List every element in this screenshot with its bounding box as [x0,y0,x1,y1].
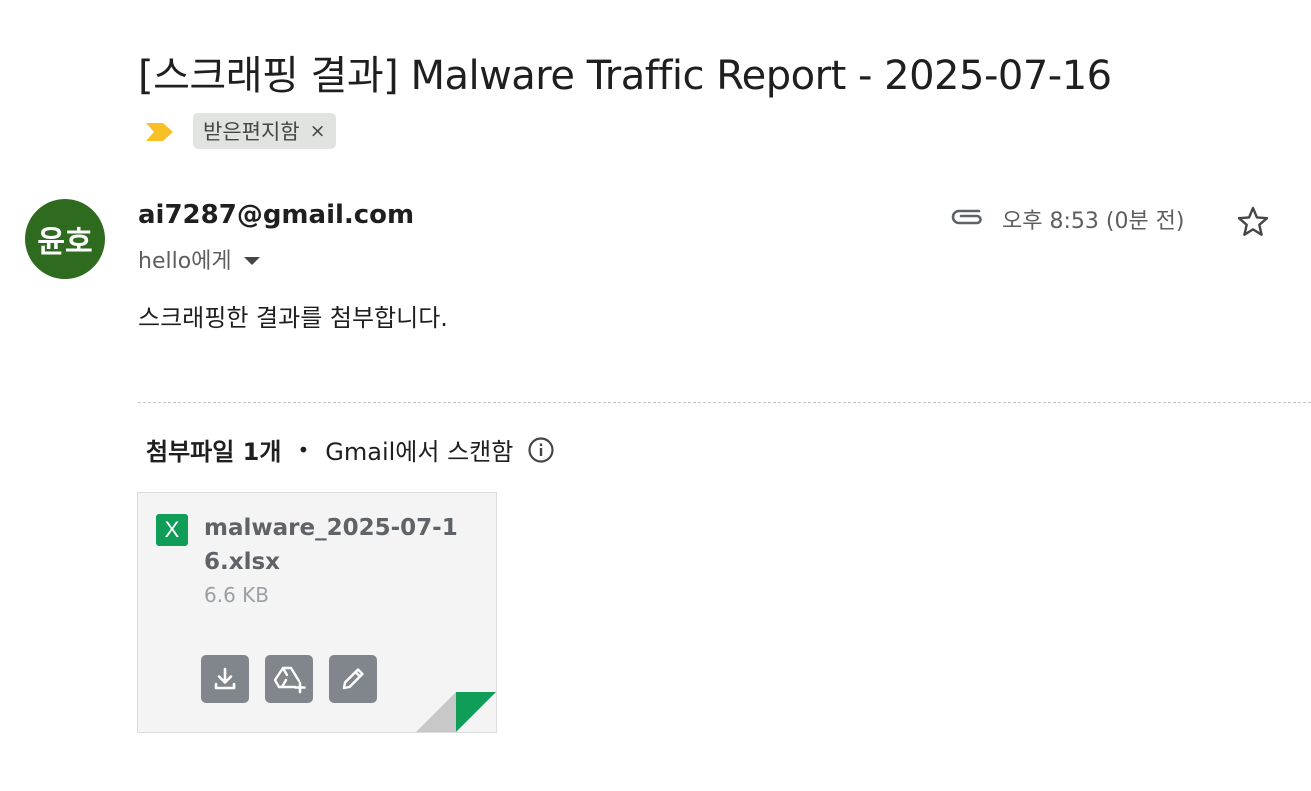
download-icon [214,667,236,690]
email-timestamp[interactable]: 오후 8:53 (0분 전) [1002,203,1185,235]
drive-add-icon [273,666,306,694]
recipient-line[interactable]: hello에게 [138,243,260,275]
attachment-filename: malware_2025-07-16.xlsx [204,515,458,575]
email-subject: [스크래핑 결과] Malware Traffic Report - 2025-… [138,53,1112,99]
attachments-divider [138,402,1311,403]
attachments-count: 첨부파일 1개 [146,438,282,466]
scan-status: Gmail에서 스캔함 [325,438,514,466]
add-to-drive-button[interactable] [265,655,313,703]
attachment-icon [951,209,982,225]
attachments-header: 첨부파일 1개 • Gmail에서 스캔함 [146,432,555,467]
avatar[interactable]: 윤호 [25,199,105,279]
sender-address[interactable]: ai7287@gmail.com [138,200,414,230]
email-view: [스크래핑 결과] Malware Traffic Report - 2025-… [0,0,1311,791]
label-remove-icon[interactable]: × [310,120,326,142]
importance-marker-icon[interactable] [145,122,175,142]
edit-button[interactable] [329,655,377,703]
info-icon[interactable] [527,436,555,464]
label-chip-text: 받은편지함 [203,120,300,144]
pencil-icon [342,668,364,690]
spreadsheet-file-icon: X [156,514,188,546]
star-icon[interactable] [1235,204,1271,240]
attachment-filesize: 6.6 KB [204,583,269,607]
label-chip-inbox[interactable]: 받은편지함 × [193,113,336,149]
email-body: 스크래핑한 결과를 첨부합니다. [138,304,448,332]
separator-dot: • [297,437,310,462]
file-corner-fold [416,692,496,732]
attachment-card[interactable]: X malware_2025-07-16.xlsx 6.6 KB [137,492,497,733]
chevron-down-icon[interactable] [243,256,260,265]
download-button[interactable] [201,655,249,703]
recipient-label: hello에게 [138,249,232,274]
